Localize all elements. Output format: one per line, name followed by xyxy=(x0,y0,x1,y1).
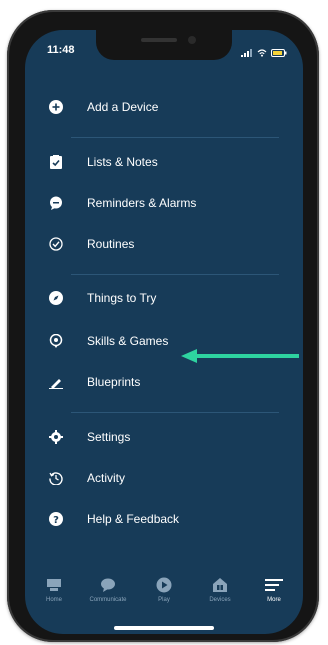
menu-item-things-to-try[interactable]: Things to Try xyxy=(25,283,303,313)
menu-item-routines[interactable]: Routines xyxy=(25,229,303,259)
tab-label: Communicate xyxy=(89,597,127,603)
tab-home[interactable]: Home xyxy=(29,576,79,603)
tab-label: Devices xyxy=(209,597,231,603)
menu-item-reminders-alarms[interactable]: Reminders & Alarms xyxy=(25,188,303,218)
app-screen: 11:48 Add a Device Lists & Notes Reminde… xyxy=(25,30,303,634)
status-time: 11:48 xyxy=(47,44,75,56)
tab-label: More xyxy=(267,597,281,603)
menu-item-label: Lists & Notes xyxy=(87,155,158,169)
menu-item-label: Activity xyxy=(87,471,126,485)
signal-icon xyxy=(241,44,253,62)
menu-item-lists-notes[interactable]: Lists & Notes xyxy=(25,147,303,177)
menu-item-settings[interactable]: Settings xyxy=(25,422,303,452)
tab-more[interactable]: More xyxy=(249,576,299,603)
history-icon xyxy=(47,469,65,487)
speaker xyxy=(141,38,177,42)
menu-item-blueprints[interactable]: Blueprints xyxy=(25,367,303,397)
tab-play[interactable]: Play xyxy=(139,576,189,603)
tab-communicate[interactable]: Communicate xyxy=(83,576,133,603)
battery-icon xyxy=(271,44,287,62)
notch xyxy=(96,30,232,60)
menu-item-label: Routines xyxy=(87,237,135,251)
chat-bubble-icon xyxy=(47,194,65,212)
home-indicator xyxy=(114,626,214,630)
menu-divider xyxy=(71,137,279,138)
menu-item-label: Things to Try xyxy=(87,291,157,305)
menu-icon xyxy=(263,576,285,594)
devices-icon xyxy=(209,576,231,594)
list-check-icon xyxy=(47,153,65,171)
home-icon xyxy=(43,576,65,594)
pointer-arrow xyxy=(181,349,299,363)
check-circle-icon xyxy=(47,235,65,253)
gear-icon xyxy=(47,428,65,446)
play-icon xyxy=(153,576,175,594)
svg-text:?: ? xyxy=(53,515,59,526)
menu-item-label: Settings xyxy=(87,430,131,444)
menu-item-activity[interactable]: Activity xyxy=(25,463,303,493)
bottom-tab-bar: Home Communicate Play Devices More xyxy=(25,568,303,634)
wifi-icon xyxy=(257,44,267,62)
tab-label: Home xyxy=(45,597,62,603)
menu-item-add-device[interactable]: Add a Device xyxy=(25,92,303,122)
menu-divider xyxy=(71,412,279,413)
tab-label: Play xyxy=(158,597,170,603)
menu-item-label: Blueprints xyxy=(87,375,141,389)
camera xyxy=(188,36,196,44)
pencil-icon xyxy=(47,373,65,391)
question-circle-icon: ? xyxy=(47,510,65,528)
menu-item-label: Reminders & Alarms xyxy=(87,196,197,210)
compass-icon xyxy=(47,289,65,307)
menu-item-label: Add a Device xyxy=(87,100,159,114)
menu-item-help-feedback[interactable]: ? Help & Feedback xyxy=(25,504,303,534)
menu-item-label: Skills & Games xyxy=(87,334,169,348)
communicate-icon xyxy=(97,576,119,594)
menu-item-label: Help & Feedback xyxy=(87,512,180,526)
tab-devices[interactable]: Devices xyxy=(195,576,245,603)
plus-circle-icon xyxy=(47,98,65,116)
skills-icon xyxy=(47,332,65,350)
status-icons xyxy=(241,44,287,62)
menu-divider xyxy=(71,274,279,275)
